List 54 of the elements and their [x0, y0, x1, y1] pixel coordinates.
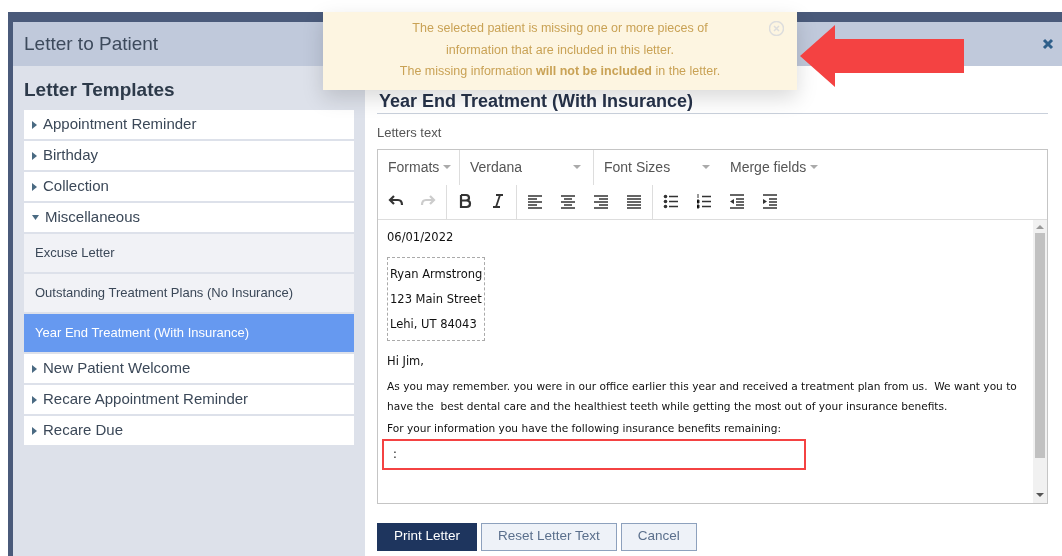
address-line: Lehi, UT 84043: [390, 315, 478, 332]
caret-down-icon: [702, 165, 710, 169]
close-icon[interactable]: [1040, 36, 1056, 52]
scroll-down-icon[interactable]: [1036, 491, 1044, 498]
template-item[interactable]: Excuse Letter: [24, 234, 354, 272]
align-center-icon[interactable]: [560, 193, 576, 210]
address-line: Ryan Armstrong: [390, 265, 483, 282]
bold-icon[interactable]: [457, 193, 473, 210]
caret-down-icon: [443, 165, 452, 169]
justify-icon[interactable]: [626, 193, 642, 210]
numbered-list-icon[interactable]: [696, 193, 712, 210]
outdent-icon[interactable]: [729, 193, 745, 210]
caret-down-icon: [810, 165, 819, 169]
letter-line: :: [393, 445, 397, 463]
letter-greeting: Hi Jim,: [387, 352, 424, 370]
caret-down-icon: [32, 215, 39, 220]
address-line: 123 Main Street: [390, 290, 483, 307]
toolbar-dropdown[interactable]: Verdana: [460, 149, 594, 185]
caret-right-icon: [32, 151, 37, 160]
template-group[interactable]: Recare Due: [24, 416, 354, 445]
toolbar-dropdown[interactable]: Formats: [378, 149, 460, 185]
field-label: Letters text: [377, 124, 442, 142]
toolbar-dropdown[interactable]: Merge fields: [720, 149, 840, 185]
template-group[interactable]: Appointment Reminder: [24, 110, 354, 139]
template-group[interactable]: Birthday: [24, 141, 354, 170]
caret-right-icon: [32, 182, 37, 191]
secondary-button[interactable]: Cancel: [620, 522, 697, 551]
bullet-list-icon[interactable]: [663, 193, 679, 210]
arrow-icon: [800, 25, 966, 87]
print-button[interactable]: Print Letter: [377, 522, 478, 551]
template-group[interactable]: Collection: [24, 172, 354, 201]
template-group[interactable]: Recare Appointment Reminder: [24, 385, 354, 414]
italic-icon[interactable]: [490, 193, 506, 210]
caret-right-icon: [32, 395, 37, 404]
caret-right-icon: [32, 364, 37, 373]
notification-message: The selected patient is missing one or more pieces of information that are included in this letter. The missing information will not be included in the letter.: [398, 20, 722, 80]
align-right-icon[interactable]: [593, 193, 609, 210]
letter-date: 06/01/2022: [387, 228, 454, 245]
caret-right-icon: [32, 426, 37, 435]
section-heading: Letter Templates: [24, 78, 176, 102]
caret-right-icon: [32, 120, 37, 129]
scrollbar[interactable]: [1033, 219, 1047, 503]
caret-down-icon: [573, 165, 581, 169]
indent-icon[interactable]: [762, 193, 778, 210]
template-group[interactable]: Miscellaneous: [24, 203, 354, 232]
secondary-button[interactable]: Reset Letter Text: [481, 522, 617, 551]
letter-heading: Year End Treatment (With Insurance): [379, 90, 693, 112]
window-title: Letter to Patient: [24, 31, 159, 56]
template-group[interactable]: New Patient Welcome: [24, 354, 354, 383]
align-left-icon[interactable]: [527, 193, 543, 210]
toolbar-dropdown[interactable]: Font Sizes: [594, 149, 720, 185]
letter-paragraph: As you may remember. you were in our office earlier this year and received a treatment plan from us. We want you to have the best dental care and the healthiest teeth while getting the most out of your insurance benefits.: [387, 378, 1018, 414]
letter-paragraph: For your information you have the following insurance benefits remaining:: [387, 420, 781, 436]
template-item[interactable]: Outstanding Treatment Plans (No Insurance): [24, 274, 354, 312]
